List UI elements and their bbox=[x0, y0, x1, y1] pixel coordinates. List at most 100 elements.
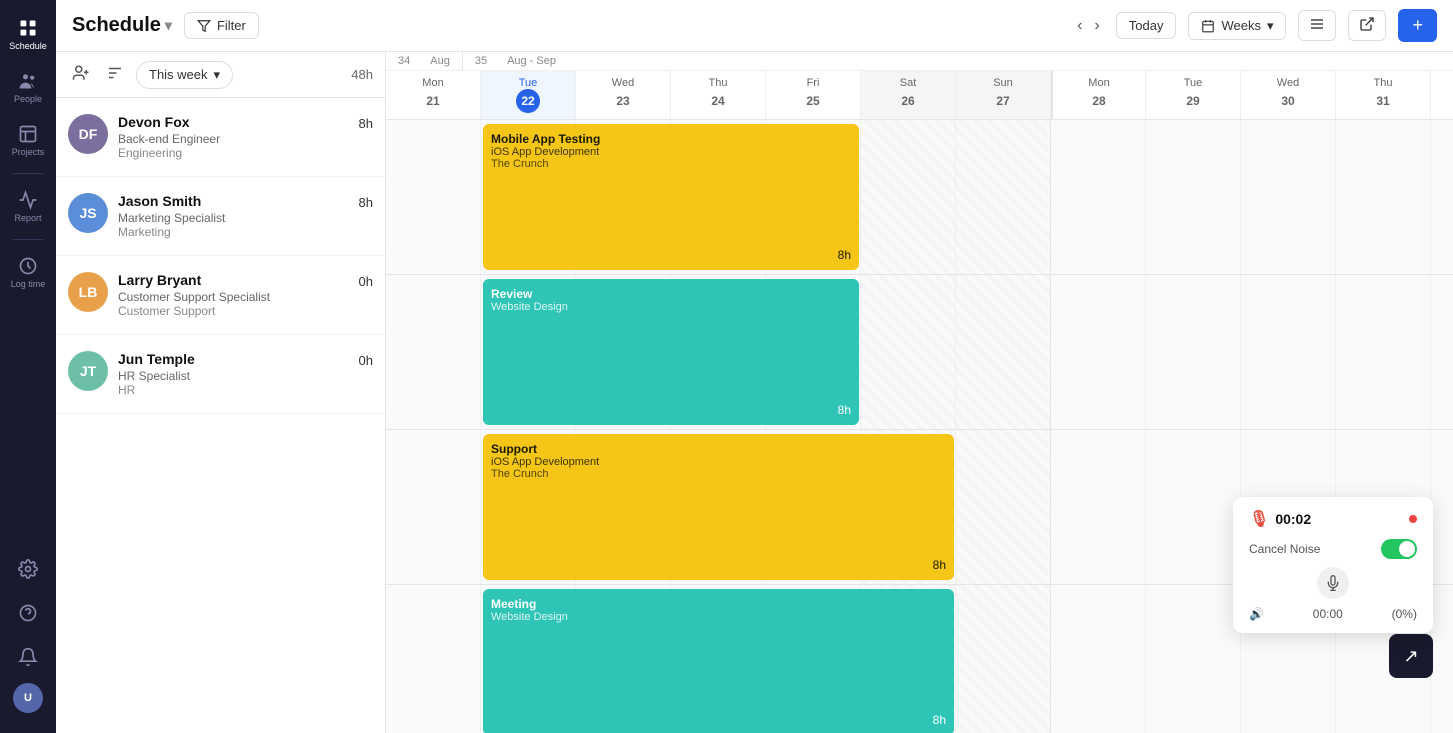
sidebar-divider bbox=[13, 173, 43, 174]
day-header-thu31: Thu 31 bbox=[1336, 71, 1431, 119]
prev-week-button[interactable]: ‹ bbox=[1073, 13, 1086, 39]
add-person-button[interactable] bbox=[68, 60, 94, 89]
cell-devon-mon28[interactable] bbox=[1051, 120, 1146, 274]
help-icon bbox=[18, 603, 38, 623]
noise-popup: 🎙 00:02 Cancel Noise 🔊 00:00 (0%) bbox=[1233, 497, 1433, 633]
cell-devon-sat26[interactable] bbox=[861, 120, 956, 274]
person-row-larry[interactable]: LB Larry Bryant Customer Support Special… bbox=[56, 256, 385, 335]
cell-jun-fri1[interactable] bbox=[1431, 585, 1453, 733]
sidebar-item-projects[interactable]: Projects bbox=[3, 116, 53, 165]
day-header-wed23: Wed 23 bbox=[576, 71, 671, 119]
aug-sep-label: Aug - Sep bbox=[507, 55, 556, 67]
filter-button[interactable]: Filter bbox=[184, 12, 259, 39]
cell-jason-tue29[interactable] bbox=[1146, 275, 1241, 429]
list-icon bbox=[1309, 16, 1325, 32]
cell-jason-mon21[interactable] bbox=[386, 275, 481, 429]
cell-jason-thu31[interactable] bbox=[1336, 275, 1431, 429]
cell-devon-sun27[interactable] bbox=[956, 120, 1051, 274]
sidebar-item-logtime[interactable]: Log time bbox=[3, 248, 53, 297]
sidebar: Schedule People Projects Report Log time bbox=[0, 0, 56, 733]
event-title: Review bbox=[491, 287, 851, 301]
cancel-noise-label: Cancel Noise bbox=[1249, 542, 1320, 556]
this-week-button[interactable]: This week ▾ bbox=[136, 61, 233, 89]
cal-row-jason: Review Website Design 8h bbox=[386, 275, 1453, 430]
noise-pct: (0%) bbox=[1392, 607, 1417, 621]
person-row-jason[interactable]: JS Jason Smith Marketing Specialist Mark… bbox=[56, 177, 385, 256]
person-info-devon: Devon Fox Back-end Engineer Engineering bbox=[118, 114, 349, 160]
event-jason-review[interactable]: Review Website Design 8h bbox=[483, 279, 859, 425]
cell-jason-mon28[interactable] bbox=[1051, 275, 1146, 429]
cell-larry-tue29[interactable] bbox=[1146, 430, 1241, 584]
sidebar-label-schedule: Schedule bbox=[9, 41, 47, 51]
cell-jason-wed30[interactable] bbox=[1241, 275, 1336, 429]
cell-devon-mon21[interactable] bbox=[386, 120, 481, 274]
add-button[interactable]: + bbox=[1398, 9, 1437, 42]
cell-jason-sun27[interactable] bbox=[956, 275, 1051, 429]
cancel-noise-row: Cancel Noise bbox=[1249, 539, 1417, 559]
next-week-button[interactable]: › bbox=[1090, 13, 1103, 39]
today-button[interactable]: Today bbox=[1116, 12, 1177, 39]
event-devon-mobile[interactable]: Mobile App Testing iOS App Development T… bbox=[483, 124, 859, 270]
filter-icon bbox=[197, 19, 211, 33]
cell-larry-fri1[interactable] bbox=[1431, 430, 1453, 584]
cell-larry-sun27[interactable] bbox=[956, 430, 1051, 584]
weeks-chevron: ▾ bbox=[1267, 18, 1274, 34]
sidebar-label-report: Report bbox=[14, 213, 41, 223]
cursor-arrow-button[interactable]: ↗ bbox=[1389, 634, 1433, 678]
calendar-icon bbox=[1201, 19, 1215, 33]
sidebar-label-logtime: Log time bbox=[11, 279, 46, 289]
person-dept-jason: Marketing bbox=[118, 225, 349, 239]
total-hours-badge: 48h bbox=[351, 67, 373, 82]
cell-jun-tue29[interactable] bbox=[1146, 585, 1241, 733]
weeks-button[interactable]: Weeks ▾ bbox=[1188, 12, 1286, 40]
noise-time2: 00:00 bbox=[1313, 607, 1343, 621]
day-header-tue22: Tue 22 bbox=[481, 71, 576, 119]
event-title: Support bbox=[491, 442, 946, 456]
sidebar-label-people: People bbox=[14, 94, 42, 104]
event-project: The Crunch bbox=[491, 158, 851, 170]
sidebar-item-report[interactable]: Report bbox=[3, 182, 53, 231]
sidebar-item-notifications[interactable] bbox=[3, 639, 53, 675]
sidebar-item-settings[interactable] bbox=[3, 551, 53, 587]
cell-jason-fri1[interactable] bbox=[1431, 275, 1453, 429]
cell-jun-sun27[interactable] bbox=[956, 585, 1051, 733]
week34-group: 34 Aug bbox=[386, 52, 463, 70]
week-range-row: 34 Aug 35 Aug - Sep bbox=[386, 52, 1453, 71]
cell-jun-mon28[interactable] bbox=[1051, 585, 1146, 733]
cell-devon-wed30[interactable] bbox=[1241, 120, 1336, 274]
cell-devon-fri1[interactable] bbox=[1431, 120, 1453, 274]
cell-jason-sat26[interactable] bbox=[861, 275, 956, 429]
cell-devon-tue29[interactable] bbox=[1146, 120, 1241, 274]
avatar[interactable]: U bbox=[13, 683, 43, 713]
sidebar-item-help[interactable] bbox=[3, 595, 53, 631]
aug-label: Aug bbox=[430, 55, 450, 67]
cell-devon-thu31[interactable] bbox=[1336, 120, 1431, 274]
cancel-noise-toggle[interactable] bbox=[1381, 539, 1417, 559]
event-subtitle: iOS App Development bbox=[491, 456, 946, 468]
week35-group: 35 Aug - Sep bbox=[463, 52, 568, 70]
cell-jun-mon21[interactable] bbox=[386, 585, 481, 733]
sort-button[interactable] bbox=[102, 60, 128, 89]
avatar-larry: LB bbox=[68, 272, 108, 312]
person-row-jun[interactable]: JT Jun Temple HR Specialist HR 0h bbox=[56, 335, 385, 414]
mic-row bbox=[1249, 567, 1417, 599]
person-row-devon[interactable]: DF Devon Fox Back-end Engineer Engineeri… bbox=[56, 98, 385, 177]
people-panel: This week ▾ 48h DF Devon Fox Back-end En… bbox=[56, 52, 386, 733]
event-jun-meeting[interactable]: Meeting Website Design 8h bbox=[483, 589, 954, 733]
cell-larry-mon21[interactable] bbox=[386, 430, 481, 584]
person-dept-devon: Engineering bbox=[118, 146, 349, 160]
page-title: Schedule ▾ bbox=[72, 14, 172, 37]
sidebar-item-people[interactable]: People bbox=[3, 63, 53, 112]
cell-larry-mon28[interactable] bbox=[1051, 430, 1146, 584]
view-toggle-button[interactable] bbox=[1298, 10, 1336, 41]
person-role-jason: Marketing Specialist bbox=[118, 211, 349, 225]
sort-icon bbox=[106, 64, 124, 82]
person-hours-larry: 0h bbox=[359, 272, 373, 289]
external-link-button[interactable] bbox=[1348, 10, 1386, 41]
event-hours: 8h bbox=[491, 558, 946, 572]
people-icon bbox=[18, 71, 38, 91]
sidebar-item-schedule[interactable]: Schedule bbox=[3, 10, 53, 59]
person-add-icon bbox=[72, 64, 90, 82]
noise-popup-header: 🎙 00:02 bbox=[1249, 509, 1417, 529]
event-larry-support[interactable]: Support iOS App Development The Crunch 8… bbox=[483, 434, 954, 580]
